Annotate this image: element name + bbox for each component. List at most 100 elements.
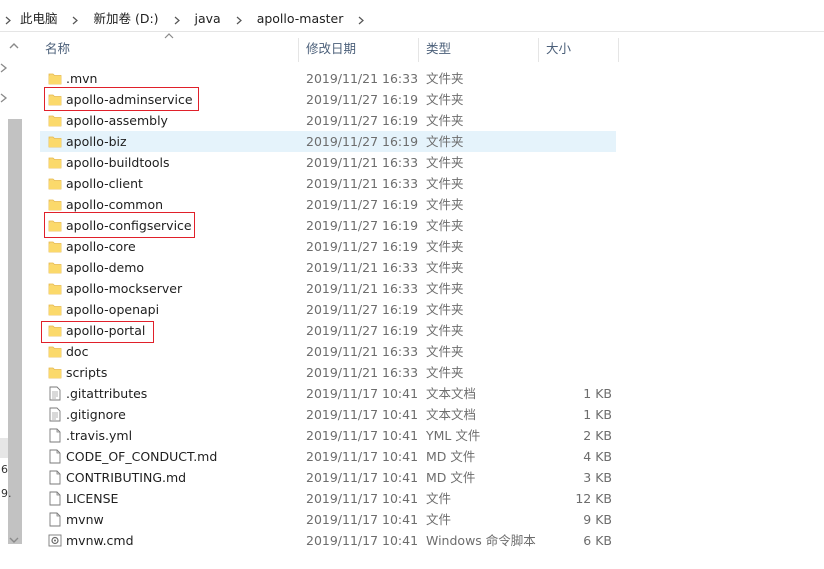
highlight-box [41,321,154,343]
scroll-up-icon[interactable] [9,41,19,51]
column-divider[interactable] [298,38,299,62]
file-name: mvnw.cmd [66,533,134,548]
file-row[interactable]: LICENSE 2019/11/17 10:41 文件 12 KB [40,488,620,509]
file-date: 2019/11/27 16:19 [306,113,419,128]
file-row[interactable]: .gitignore 2019/11/17 10:41 文本文档 1 KB [40,404,620,425]
file-row[interactable]: scripts 2019/11/21 16:33 文件夹 [40,362,620,383]
navigation-selected-item[interactable] [0,438,8,458]
file-type: 文件夹 [426,134,464,149]
expand-arrow-icon[interactable] [0,93,8,103]
column-name[interactable]: 名称 [45,36,70,64]
file-row[interactable]: mvnw.cmd 2019/11/17 10:41 Windows 命令脚本 6 KB [40,530,620,551]
file-type: 文件夹 [426,281,464,296]
file-icon [48,428,62,443]
file-date: 2019/11/27 16:19 [306,302,419,317]
file-row[interactable]: CONTRIBUTING.md 2019/11/17 10:41 MD 文件 3 KB [40,467,620,488]
file-icon [48,449,62,464]
file-row[interactable]: apollo-assembly 2019/11/27 16:19 文件夹 [40,110,620,131]
column-date[interactable]: 修改日期 [306,36,356,64]
file-row[interactable]: doc 2019/11/21 16:33 文件夹 [40,341,620,362]
file-date: 2019/11/17 10:41 [306,449,419,464]
column-header: 名称 修改日期 类型 大小 [40,33,620,64]
file-type: 文件夹 [426,239,464,254]
column-divider[interactable] [538,38,539,62]
breadcrumb-item-apollo-master[interactable]: apollo-master [257,11,344,26]
breadcrumb-item-java[interactable]: java [195,11,221,26]
file-type: 文件夹 [426,92,464,107]
breadcrumb-item-drive[interactable]: 新加卷 (D:) [93,8,158,27]
chevron-right-icon[interactable] [0,13,16,26]
file-type: 文件夹 [426,365,464,380]
file-type: 文件夹 [426,344,464,359]
folder-icon [48,71,62,86]
navigation-pane: 6 9. [0,33,26,569]
file-row[interactable]: .gitattributes 2019/11/17 10:41 文本文档 1 KB [40,383,620,404]
navigation-partial-label: 6 [1,463,8,476]
file-type: 文件夹 [426,155,464,170]
expand-arrow-icon[interactable] [0,63,8,73]
file-type: 文件夹 [426,176,464,191]
file-name: apollo-client [66,176,143,191]
file-name: apollo-core [66,239,136,254]
file-row[interactable]: apollo-client 2019/11/21 16:33 文件夹 [40,173,620,194]
file-type: 文件 [426,512,452,527]
navigation-scrollbar-thumb[interactable] [8,119,22,544]
address-bar: 此电脑 新加卷 (D:) java apollo-master [0,0,824,32]
file-type: 文件夹 [426,323,464,338]
column-divider[interactable] [418,38,419,62]
highlight-box [44,87,199,111]
chevron-right-icon[interactable] [347,13,375,26]
file-name: mvnw [66,512,104,527]
file-name: apollo-demo [66,260,145,275]
file-icon [48,491,62,506]
folder-icon [48,302,62,317]
folder-icon [48,176,62,191]
column-size[interactable]: 大小 [546,36,571,64]
column-type[interactable]: 类型 [426,36,451,64]
file-row[interactable]: apollo-demo 2019/11/21 16:33 文件夹 [40,257,620,278]
text-file-icon [48,386,62,401]
file-date: 2019/11/27 16:19 [306,92,419,107]
file-name: apollo-mockserver [66,281,183,296]
file-date: 2019/11/21 16:33 [306,71,419,86]
column-divider[interactable] [618,38,619,62]
file-name: scripts [66,365,108,380]
file-row[interactable]: mvnw 2019/11/17 10:41 文件 9 KB [40,509,620,530]
file-row[interactable]: apollo-mockserver 2019/11/21 16:33 文件夹 [40,278,620,299]
file-name: CODE_OF_CONDUCT.md [66,449,218,464]
chevron-right-icon[interactable] [225,13,253,26]
folder-icon [48,239,62,254]
file-date: 2019/11/21 16:33 [306,344,419,359]
file-date: 2019/11/21 16:33 [306,281,419,296]
file-size: 3 KB [583,470,612,485]
file-date: 2019/11/21 16:33 [306,176,419,191]
file-date: 2019/11/21 16:33 [306,155,419,170]
file-row[interactable]: CODE_OF_CONDUCT.md 2019/11/17 10:41 MD 文件 4… [40,446,620,467]
navigation-partial-label: 9. [1,487,12,500]
file-size: 4 KB [583,449,612,464]
file-date: 2019/11/17 10:41 [306,533,419,548]
file-type: 文件夹 [426,260,464,275]
chevron-right-icon[interactable] [61,13,89,26]
file-row[interactable]: apollo-core 2019/11/27 16:19 文件夹 [40,236,620,257]
file-row[interactable]: apollo-openapi 2019/11/27 16:19 文件夹 [40,299,620,320]
file-row[interactable]: .travis.yml 2019/11/17 10:41 YML 文件 2 KB [40,425,620,446]
file-date: 2019/11/27 16:19 [306,197,419,212]
file-size: 1 KB [583,386,612,401]
file-row[interactable]: apollo-buildtools 2019/11/21 16:33 文件夹 [40,152,620,173]
breadcrumb-item-this-pc[interactable]: 此电脑 [20,8,58,27]
file-name: .travis.yml [66,428,133,443]
file-icon [48,470,62,485]
file-icon [48,512,62,527]
chevron-right-icon[interactable] [163,13,191,26]
folder-icon [48,155,62,170]
breadcrumb: 此电脑 新加卷 (D:) java apollo-master [0,8,375,27]
file-row[interactable]: apollo-biz 2019/11/27 16:19 文件夹 [40,131,616,152]
file-type: 文件夹 [426,71,464,86]
file-type: MD 文件 [426,470,476,485]
file-date: 2019/11/27 16:19 [306,239,419,254]
folder-icon [48,134,62,149]
file-row[interactable]: .mvn 2019/11/21 16:33 文件夹 [40,68,620,89]
file-list: .mvn 2019/11/21 16:33 文件夹 apollo-adminservi… [40,68,620,551]
scroll-down-icon[interactable] [9,535,19,545]
